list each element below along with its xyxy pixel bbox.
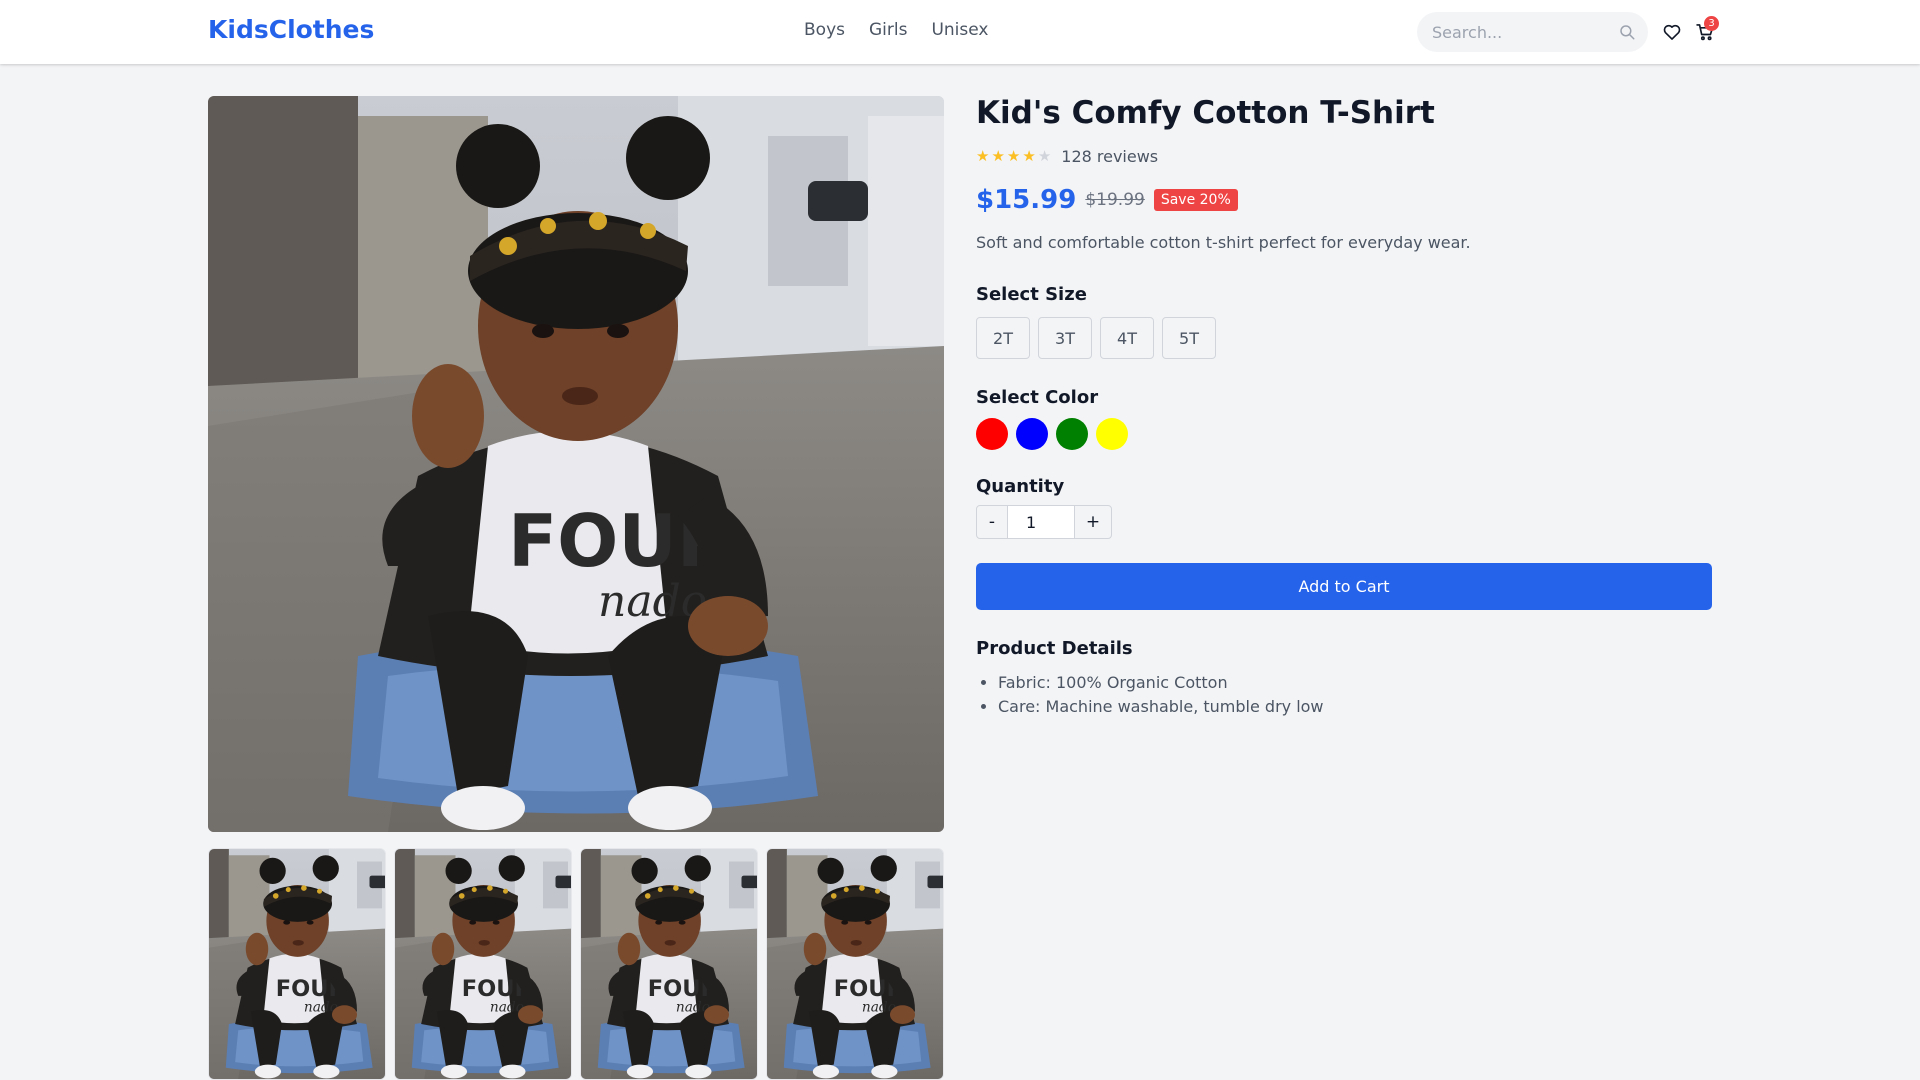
- star-icon: ★: [1022, 146, 1036, 165]
- color-swatch-blue[interactable]: [1016, 418, 1048, 450]
- current-price: $15.99: [976, 185, 1077, 215]
- details-section-title: Product Details: [976, 638, 1133, 659]
- star-icon: ★: [976, 146, 990, 165]
- nav-link-boys[interactable]: Boys: [804, 20, 845, 40]
- quantity-section-title: Quantity: [976, 476, 1065, 497]
- price-row: $15.99 $19.99 Save 20%: [976, 185, 1712, 215]
- nav-link-unisex[interactable]: Unisex: [931, 20, 988, 40]
- main-product-image: [208, 96, 944, 832]
- color-options: [976, 418, 1712, 450]
- size-option-3t[interactable]: 3T: [1038, 317, 1092, 359]
- size-options: 2T 3T 4T 5T: [976, 317, 1712, 359]
- original-price: $19.99: [1085, 190, 1145, 210]
- add-to-cart-button[interactable]: Add to Cart: [976, 563, 1712, 610]
- product-description: Soft and comfortable cotton t-shirt perf…: [976, 233, 1471, 252]
- thumbnail-gallery: [208, 848, 944, 1080]
- star-icon: ★: [991, 146, 1005, 165]
- search-box: [1417, 12, 1648, 52]
- color-swatch-yellow[interactable]: [1096, 418, 1128, 450]
- product-info-panel: Kid's Comfy Cotton T-Shirt ★ ★ ★ ★ ★ 128…: [976, 96, 1712, 719]
- rating-row: ★ ★ ★ ★ ★ 128 reviews: [976, 145, 1712, 167]
- detail-item-care: Care: Machine washable, tumble dry low: [998, 695, 1712, 719]
- size-option-2t[interactable]: 2T: [976, 317, 1030, 359]
- top-navbar: KidsClothes Boys Girls Unisex 3: [0, 0, 1920, 64]
- quantity-input[interactable]: [1008, 505, 1074, 539]
- star-icon: ★: [1037, 146, 1052, 165]
- product-title: Kid's Comfy Cotton T-Shirt: [976, 95, 1435, 131]
- quantity-stepper: - +: [976, 505, 1712, 539]
- quantity-decrease-button[interactable]: -: [976, 505, 1008, 539]
- color-swatch-red[interactable]: [976, 418, 1008, 450]
- size-section-title: Select Size: [976, 284, 1087, 305]
- heart-icon[interactable]: [1662, 22, 1682, 42]
- thumbnail-4[interactable]: [766, 848, 944, 1080]
- size-option-4t[interactable]: 4T: [1100, 317, 1154, 359]
- thumbnail-1[interactable]: [208, 848, 386, 1080]
- detail-item-fabric: Fabric: 100% Organic Cotton: [998, 671, 1712, 695]
- thumbnail-3[interactable]: [580, 848, 758, 1080]
- thumbnail-2[interactable]: [394, 848, 572, 1080]
- nav-link-girls[interactable]: Girls: [869, 20, 907, 40]
- main-nav: Boys Girls Unisex: [804, 20, 988, 40]
- search-icon[interactable]: [1618, 23, 1636, 41]
- discount-badge: Save 20%: [1153, 189, 1238, 211]
- star-rating: ★ ★ ★ ★ ★: [976, 146, 1052, 165]
- color-section-title: Select Color: [976, 387, 1099, 408]
- star-icon: ★: [1006, 146, 1021, 165]
- cart-count-badge: 3: [1704, 16, 1719, 31]
- site-logo[interactable]: KidsClothes: [208, 15, 374, 44]
- quantity-increase-button[interactable]: +: [1074, 505, 1112, 539]
- search-input[interactable]: [1417, 12, 1648, 52]
- size-option-5t[interactable]: 5T: [1162, 317, 1216, 359]
- product-details-list: Fabric: 100% Organic Cotton Care: Machin…: [976, 671, 1712, 719]
- color-swatch-green[interactable]: [1056, 418, 1088, 450]
- review-count[interactable]: 128 reviews: [1061, 147, 1158, 166]
